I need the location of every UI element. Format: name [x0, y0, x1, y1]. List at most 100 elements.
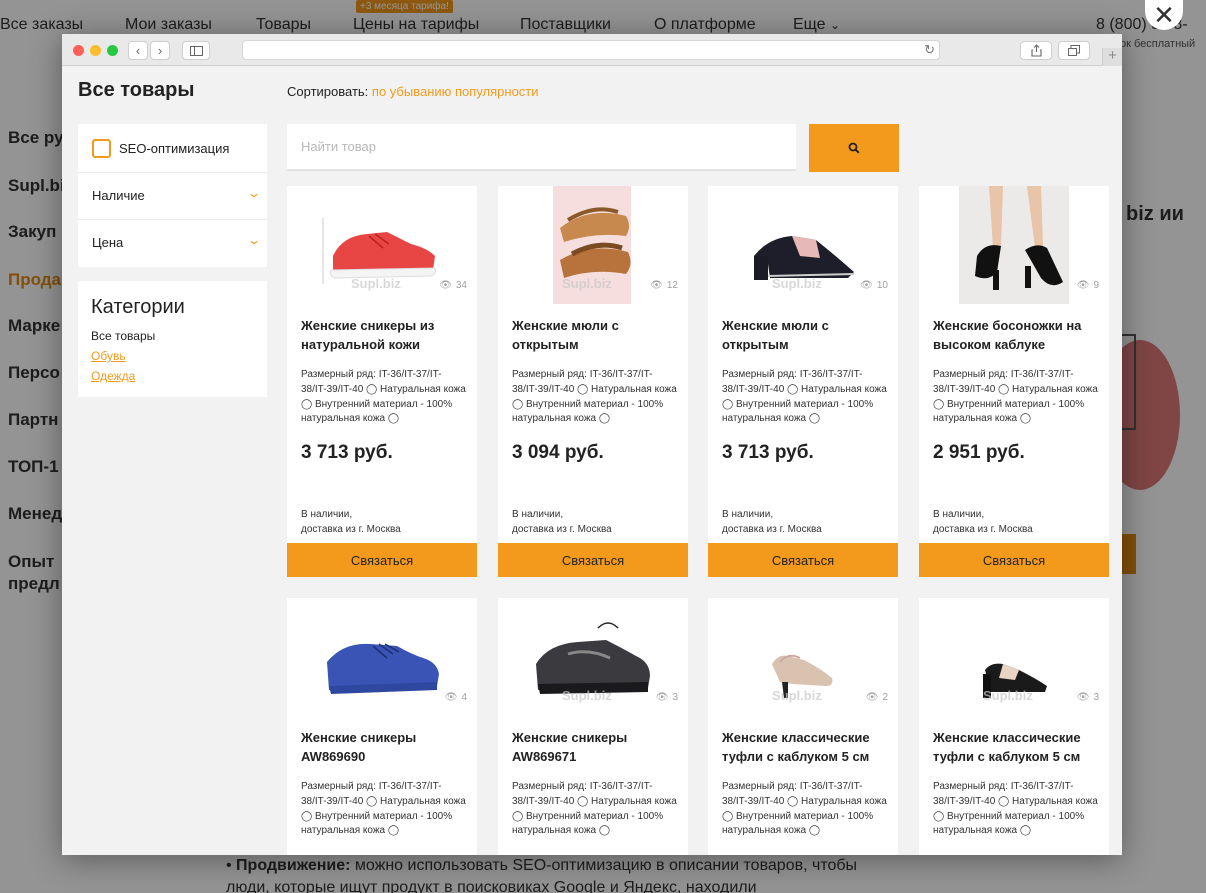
view-count: 👁 10: [860, 280, 888, 291]
product-image[interactable]: 👁 9: [919, 186, 1109, 304]
categories-title: Категории: [91, 296, 185, 318]
product-name[interactable]: Женские сникеры из натуральной кожи: [301, 316, 471, 354]
view-count: 👁 4: [445, 692, 467, 703]
sort-label: Сортировать:: [287, 84, 372, 99]
product-card[interactable]: 👁 4 Женские сникеры AW869690 Размерный ря…: [287, 598, 477, 855]
product-card[interactable]: Supl.biz 👁 3 Женские сникеры AW869671 Раз…: [498, 598, 688, 855]
chevron-right-icon: ›: [157, 43, 163, 58]
eye-icon: 👁: [860, 280, 873, 291]
product-price: 3 094 руб.: [512, 442, 604, 463]
filter-panel: SEO-оптимизация Наличие ⌄ Цена ⌄: [78, 124, 267, 267]
product-description: Размерный ряд: IT-36/IT-37/IT-38/IT-39/I…: [512, 781, 677, 837]
contact-button[interactable]: Связаться: [498, 543, 688, 577]
product-availability: В наличии, доставка из г. Москва: [933, 507, 1033, 537]
sidebar-icon: [189, 45, 203, 56]
product-price: 2 951 руб.: [933, 442, 1025, 463]
search-icon: [848, 142, 860, 154]
product-image[interactable]: Supl.biz 👁 12: [498, 186, 688, 304]
window-titlebar: ‹ › ↻ +: [62, 34, 1122, 66]
window-close-dot[interactable]: [73, 45, 84, 56]
window-minimize-dot[interactable]: [90, 45, 101, 56]
forward-button[interactable]: ›: [150, 41, 170, 60]
product-price: 3 713 руб.: [301, 442, 393, 463]
reload-icon[interactable]: ↻: [924, 42, 935, 58]
product-availability: В наличии, доставка из г. Москва: [512, 507, 612, 537]
availability-status: В наличии,: [933, 509, 985, 520]
filter-price-label: Цена: [92, 235, 124, 250]
product-card[interactable]: Supl.biz 👁 2 Женские классические туфли с…: [708, 598, 898, 855]
eye-icon: 👁: [865, 692, 879, 703]
watermark: Supl.biz: [562, 688, 612, 703]
delivery-info: доставка из г. Москва: [722, 524, 822, 535]
back-button[interactable]: ‹: [128, 41, 148, 60]
category-clothes-link[interactable]: Одежда: [91, 369, 135, 383]
product-description: Размерный ряд: IT-36/IT-37/IT-38/IT-39/I…: [722, 781, 887, 837]
product-image[interactable]: Supl.biz 👁 34: [287, 186, 477, 304]
view-count: 👁 34: [439, 280, 467, 291]
category-shoes-link[interactable]: Обувь: [91, 349, 126, 363]
eye-icon: 👁: [1076, 692, 1090, 703]
window-zoom-dot[interactable]: [107, 45, 118, 56]
tabs-icon: [1068, 45, 1080, 56]
product-image[interactable]: Supl.biz 👁 3: [919, 598, 1109, 716]
product-name[interactable]: Женские классические туфли с каблуком 5 …: [933, 728, 1103, 766]
product-description: Размерный ряд: IT-36/IT-37/IT-38/IT-39/I…: [933, 781, 1098, 837]
delivery-info: доставка из г. Москва: [933, 524, 1033, 535]
view-count-value: 3: [672, 692, 678, 703]
product-description: Размерный ряд: IT-36/IT-37/IT-38/IT-39/I…: [722, 369, 887, 425]
search-input[interactable]: [287, 124, 796, 169]
contact-button[interactable]: Связаться: [919, 543, 1109, 577]
chevron-left-icon: ‹: [135, 43, 141, 58]
product-name[interactable]: Женские босоножки на высоком каблуке: [933, 316, 1103, 354]
address-bar[interactable]: ↻: [242, 40, 940, 60]
tabs-button[interactable]: [1058, 41, 1090, 60]
product-card[interactable]: Supl.biz 👁 12 Женские мюли с открытым Раз…: [498, 186, 688, 577]
view-count: 👁 9: [1077, 280, 1099, 291]
product-name[interactable]: Женские сникеры AW869690: [301, 728, 471, 766]
eye-icon: 👁: [1076, 280, 1090, 291]
browser-window: ‹ › ↻ + Все товары Сортировать: по убыва…: [62, 34, 1122, 855]
filter-availability[interactable]: Наличие ⌄: [78, 172, 267, 219]
view-count: 👁 2: [866, 692, 888, 703]
seo-checkbox-label[interactable]: SEO-оптимизация: [119, 141, 229, 156]
sidebar-toggle-button[interactable]: [182, 41, 210, 60]
sort-control: Сортировать: по убыванию популярности: [287, 84, 539, 99]
seo-checkbox[interactable]: [92, 139, 111, 158]
product-card[interactable]: 👁 9 Женские босоножки на высоком каблуке …: [919, 186, 1109, 577]
view-count-value: 4: [461, 692, 467, 703]
product-description: Размерный ряд: IT-36/IT-37/IT-38/IT-39/I…: [512, 369, 677, 425]
view-count: 👁 3: [656, 692, 678, 703]
product-card[interactable]: Supl.biz 👁 10 Женские мюли с открытым Раз…: [708, 186, 898, 577]
product-image[interactable]: Supl.biz 👁 3: [498, 598, 688, 716]
product-name[interactable]: Женские сникеры AW869671: [512, 728, 682, 766]
product-availability: В наличии, доставка из г. Москва: [722, 507, 822, 537]
product-name[interactable]: Женские мюли с открытым: [512, 316, 682, 354]
share-button[interactable]: [1020, 41, 1052, 60]
eye-icon: 👁: [444, 692, 458, 703]
view-count-value: 2: [882, 692, 888, 703]
categories-panel: Категории Все товары Обувь Одежда: [78, 281, 267, 397]
product-name[interactable]: Женские классические туфли с каблуком 5 …: [722, 728, 892, 766]
product-card[interactable]: Supl.biz 👁 34 Женские сникеры из натураль…: [287, 186, 477, 577]
share-icon: [1030, 44, 1042, 57]
product-image[interactable]: 👁 4: [287, 598, 477, 716]
watermark: Supl.biz: [772, 688, 822, 703]
eye-icon: 👁: [655, 692, 669, 703]
product-name[interactable]: Женские мюли с открытым: [722, 316, 892, 354]
view-count: 👁 3: [1077, 692, 1099, 703]
category-all: Все товары: [91, 329, 156, 343]
view-count: 👁 12: [650, 280, 678, 291]
new-tab-button[interactable]: +: [1102, 48, 1122, 66]
contact-button[interactable]: Связаться: [287, 543, 477, 577]
search-button[interactable]: [809, 124, 899, 172]
filter-price[interactable]: Цена ⌄: [78, 219, 267, 266]
product-image[interactable]: Supl.biz 👁 10: [708, 186, 898, 304]
sort-dropdown[interactable]: по убыванию популярности: [372, 84, 539, 99]
delivery-info: доставка из г. Москва: [512, 524, 612, 535]
view-count-value: 3: [1093, 692, 1099, 703]
product-description: Размерный ряд: IT-36/IT-37/IT-38/IT-39/I…: [933, 369, 1098, 425]
view-count-value: 10: [876, 280, 888, 291]
contact-button[interactable]: Связаться: [708, 543, 898, 577]
product-card[interactable]: Supl.biz 👁 3 Женские классические туфли с…: [919, 598, 1109, 855]
product-image[interactable]: Supl.biz 👁 2: [708, 598, 898, 716]
